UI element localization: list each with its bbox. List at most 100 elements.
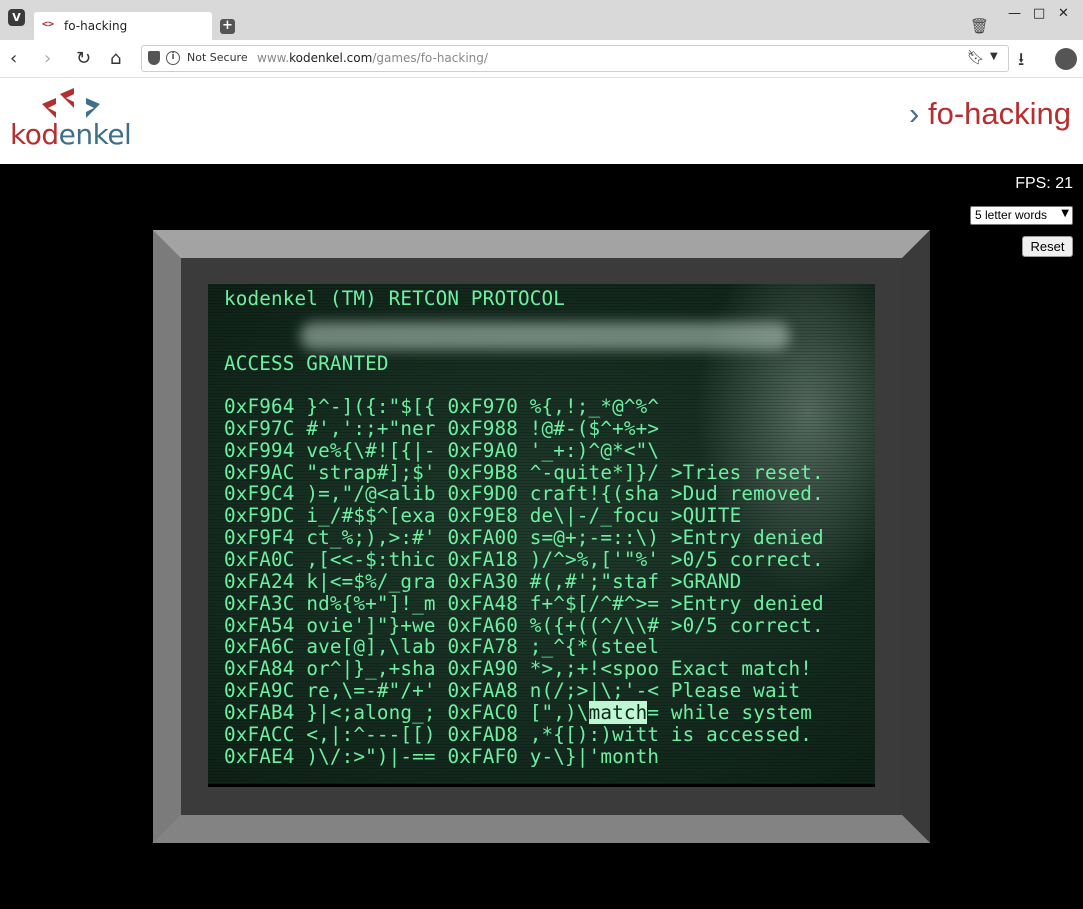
terminal-log: >QUITE [670,504,742,528]
memory-data[interactable]: craft!{(sha [530,482,659,505]
home-icon[interactable]: ⌂ [110,48,121,69]
close-icon[interactable]: ✕ [1058,6,1069,21]
memory-data[interactable]: }^-]({:"$[{ [306,395,435,418]
memory-address: 0xF9A0 [447,438,518,462]
memory-data[interactable]: ;_^{*(steel [530,635,659,658]
reset-button[interactable]: Reset [1022,236,1073,257]
memory-address: 0xFA30 [447,569,518,593]
terminal-header: kodenkel (TM) RETCON PROTOCOL [224,287,565,310]
memory-data[interactable]: k|<=$%/_gra [306,570,435,593]
not-secure-label: Not Secure [187,51,248,64]
memory-data[interactable]: '_+:)^@*<"\ [530,439,659,462]
memory-data[interactable]: !@#-($^+%+> [530,417,659,440]
memory-data[interactable]: ^-quite*]}/ [530,461,659,484]
memory-address: 0xFAB4 [224,700,295,724]
word-length-select[interactable]: 5 letter words ▼ [970,206,1073,225]
memory-data[interactable]: re,\=-#"/+' [306,679,435,702]
terminal-row: 0xFA54 ovie']"}+we 0xFA60 %({+((^/\\# >0… [224,614,824,637]
memory-address: 0xFA3C [224,591,295,615]
tab-title: fo-hacking [64,19,128,33]
page-title: › fo-hacking [909,96,1071,131]
logo-text: kodenkel [10,118,132,151]
memory-address: 0xF9DC [224,504,295,528]
shield-icon[interactable] [148,51,160,65]
memory-data[interactable]: or^|}_,+sha [306,657,435,680]
terminal-row: 0xF9F4 ct_%;),>:#' 0xFA00 s=@+;-=::\) >E… [224,526,824,549]
terminal-row: 0xFA24 k|<=$%/_gra 0xFA30 #(,#';"staf >G… [224,570,741,593]
terminal-row: 0xF9C4 )=,"/@<alib 0xF9D0 craft!{(sha >D… [224,482,824,505]
download-icon[interactable]: ⭳ [1018,47,1024,77]
memory-data[interactable]: "strap#];$' [306,461,435,484]
memory-data[interactable]: n(/;>|\;'-< [530,679,659,702]
terminal-log: >Entry denied [670,591,824,615]
back-icon[interactable]: ‹ [10,48,17,69]
memory-address: 0xFA84 [224,657,295,681]
memory-data[interactable]: nd%{%+"]!_m [306,592,435,615]
memory-data[interactable]: i_/#$$^[exa [306,504,435,527]
memory-data[interactable]: *>,;+!<spoo [530,657,659,680]
memory-data[interactable]: <,|:^---[[) [306,723,435,746]
memory-address: 0xFAA8 [447,679,518,703]
bookmark-icon[interactable]: 🔖︎ [967,50,985,66]
memory-data[interactable]: f+^$[/^#^>= [530,592,659,615]
memory-address: 0xFA18 [447,547,518,571]
new-tab-icon[interactable]: + [220,19,235,34]
terminal-log: Exact match! [670,657,812,681]
maximize-icon[interactable]: □ [1033,6,1045,21]
memory-data[interactable]: y-\}|'month [530,745,659,768]
memory-address: 0xFA78 [447,635,518,659]
profile-icon[interactable] [1055,48,1077,70]
tab-fo-hacking[interactable]: <> fo-hacking [34,12,212,40]
memory-data[interactable]: %({+((^/\\# [530,614,659,637]
memory-data[interactable]: ave[@],\lab [306,635,435,658]
screen-glare [300,322,790,350]
info-icon[interactable]: i [166,51,180,65]
kodenkel-logo[interactable]: kodenkel [10,88,150,153]
memory-data[interactable]: ,[<<-$:thic [306,548,435,571]
minimize-icon[interactable]: — [1008,6,1021,21]
reload-icon[interactable]: ↻ [76,48,91,69]
memory-data[interactable]: )/^>%,['"%' [530,548,659,571]
memory-address: 0xF9E8 [447,504,518,528]
terminal-row: 0xFA0C ,[<<-$:thic 0xFA18 )/^>%,['"%' >0… [224,548,824,571]
memory-address: 0xF9F4 [224,526,295,550]
memory-data[interactable]: [",)\match= [530,700,659,724]
forward-icon[interactable]: › [44,48,51,69]
terminal-row: 0xFAB4 }|<;along_; 0xFAC0 [",)\match= wh… [224,700,812,724]
memory-address: 0xFA00 [447,526,518,550]
address-toolbar: ‹ › ↻ ⌂ i Not Secure www.kodenkel.com/ga… [0,40,1083,78]
memory-data[interactable]: ct_%;),>:#' [306,526,435,549]
terminal-row: 0xF994 ve%{\#![{|- 0xF9A0 '_+:)^@*<"\ [224,439,659,462]
memory-data[interactable]: ve%{\#![{|- [306,439,435,462]
memory-data[interactable]: de\|-/_focu [530,504,659,527]
url-text: www.kodenkel.com/games/fo-hacking/ [257,51,488,65]
memory-data[interactable]: )=,"/@<alib [306,482,435,505]
memory-data[interactable]: #',':;+"ner [306,417,435,440]
terminal-log: >Entry denied [670,526,824,550]
memory-address: 0xFAC0 [447,700,518,724]
dropdown-icon[interactable]: ▼ [990,51,998,62]
address-bar[interactable]: i Not Secure www.kodenkel.com/games/fo-h… [141,45,1009,72]
highlighted-word[interactable]: match [588,700,648,724]
terminal-row: 0xFA84 or^|}_,+sha 0xFA90 *>,;+!<spoo Ex… [224,657,812,680]
memory-data[interactable]: %{,!;_*@^%^ [530,395,659,418]
memory-data[interactable]: )\/:>")|-== [306,745,435,768]
terminal-row: 0xFA3C nd%{%+"]!_m 0xFA48 f+^$[/^#^>= >E… [224,592,824,615]
chevron-right-icon: › [909,96,920,131]
trash-icon[interactable]: 🗑 [970,17,989,35]
terminal-log: is accessed. [670,722,812,746]
memory-data[interactable]: #(,#';"staf [530,570,659,593]
memory-address: 0xFA48 [447,591,518,615]
vivaldi-icon[interactable]: V [8,9,25,26]
terminal-row: 0xF9AC "strap#];$' 0xF9B8 ^-quite*]}/ >T… [224,461,824,484]
terminal-row: 0xFA9C re,\=-#"/+' 0xFAA8 n(/;>|\;'-< Pl… [224,679,800,702]
memory-data[interactable]: s=@+;-=::\) [530,526,659,549]
terminal-row: 0xF9DC i_/#$$^[exa 0xF9E8 de\|-/_focu >Q… [224,504,741,527]
memory-data[interactable]: }|<;along_; [306,701,435,724]
memory-address: 0xF9AC [224,460,295,484]
memory-address: 0xFAE4 [224,744,295,768]
memory-data[interactable]: ,*{[):)witt [530,723,659,746]
memory-address: 0xFA90 [447,657,518,681]
memory-data[interactable]: ovie']"}+we [306,614,435,637]
terminal-row: 0xFA6C ave[@],\lab 0xFA78 ;_^{*(steel [224,635,659,658]
